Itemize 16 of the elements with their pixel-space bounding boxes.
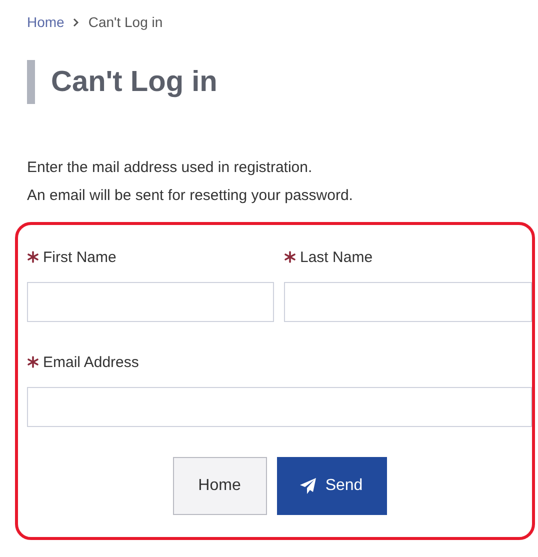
text-input[interactable] — [27, 387, 532, 427]
text-input[interactable] — [27, 282, 274, 322]
field-label: Email Address — [43, 354, 139, 370]
home-button[interactable]: Home — [172, 457, 266, 515]
send-button[interactable]: Send — [276, 457, 386, 515]
field-label: First Name — [43, 248, 116, 266]
field-label: Last Name — [300, 248, 373, 266]
paper-plane-icon — [300, 478, 318, 494]
breadcrumb-current: Can't Log in — [88, 14, 163, 30]
title-accent-bar — [27, 60, 35, 104]
instruction-text: An email will be sent for resetting your password. — [27, 186, 354, 206]
text-input[interactable] — [284, 282, 532, 322]
chevron-icon — [73, 18, 80, 26]
breadcrumb-link[interactable]: Home — [27, 14, 64, 30]
page-title: Can't Log in — [51, 65, 218, 100]
instruction-text: Enter the mail address used in registration. — [27, 158, 314, 178]
